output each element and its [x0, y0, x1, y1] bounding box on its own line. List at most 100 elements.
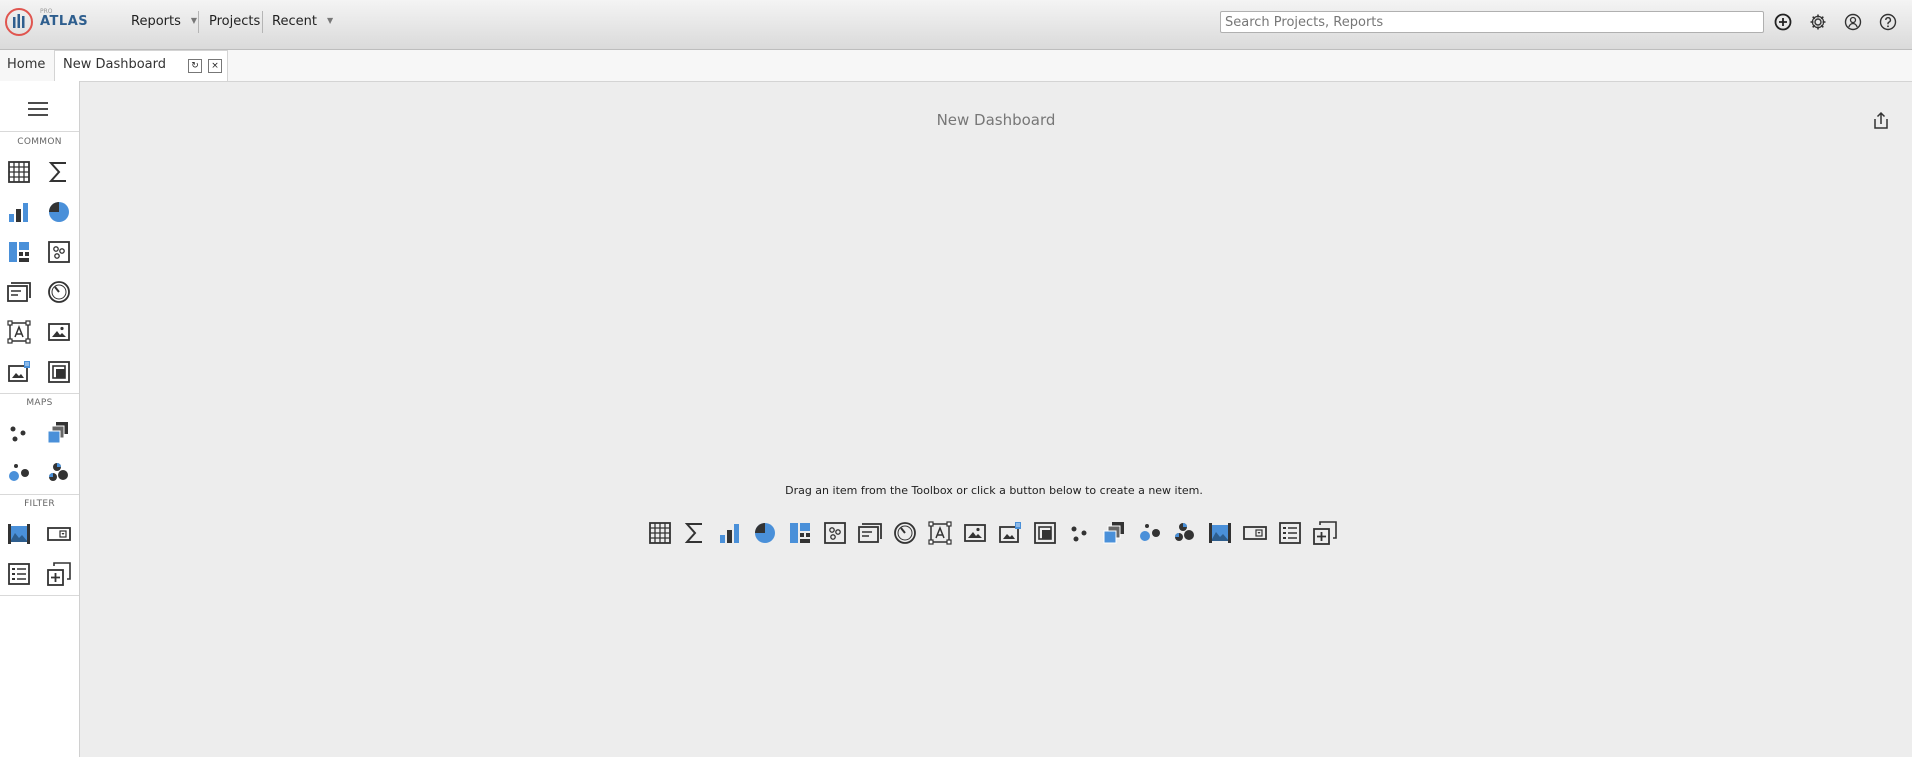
- tool-pie-map-button[interactable]: [46, 460, 72, 486]
- nav-projects-label: Projects: [209, 14, 261, 29]
- tool-tab-container-button[interactable]: [1032, 520, 1058, 546]
- tab-label: New Dashboard: [63, 57, 167, 72]
- tool-scatter-button[interactable]: [46, 239, 72, 265]
- bar-chart-icon: [9, 203, 28, 222]
- choropleth-icon: [47, 422, 68, 444]
- tool-scatter-button[interactable]: [822, 520, 848, 546]
- card-icon: [7, 282, 31, 302]
- image-icon: [48, 323, 70, 341]
- tab-home[interactable]: Home: [7, 57, 45, 72]
- tool-choropleth-button[interactable]: [46, 420, 72, 446]
- pie-chart-icon: [755, 523, 775, 543]
- bound-image-icon: [999, 522, 1021, 543]
- tool-group-button[interactable]: [1312, 520, 1338, 546]
- treemap-icon: [9, 242, 29, 262]
- share-icon: [1874, 111, 1888, 129]
- image-icon: [964, 524, 986, 542]
- tool-text-button[interactable]: [927, 520, 953, 546]
- section-divider: [0, 494, 79, 495]
- section-divider: [0, 131, 79, 132]
- tool-image-button[interactable]: [962, 520, 988, 546]
- menu-button[interactable]: [26, 99, 50, 119]
- export-button[interactable]: [1870, 110, 1892, 132]
- tool-pie-chart-button[interactable]: [46, 199, 72, 225]
- tool-list-box-button[interactable]: [1277, 520, 1303, 546]
- plus-circle-icon: [1774, 13, 1792, 31]
- tool-tab-container-button[interactable]: [46, 359, 72, 385]
- empty-dashboard-message: Drag an item from the Toolbox or click a…: [785, 484, 1203, 497]
- close-icon[interactable]: ×: [208, 59, 222, 73]
- section-label-maps: MAPS: [26, 398, 53, 408]
- logo-text: ATLAS: [40, 14, 89, 29]
- tool-bound-image-button[interactable]: [997, 520, 1023, 546]
- nav-divider: [262, 11, 263, 33]
- tool-grid-button[interactable]: [6, 159, 32, 185]
- treemap-icon: [790, 523, 810, 543]
- geo-point-icon: [1071, 526, 1087, 542]
- tool-treemap-button[interactable]: [6, 239, 32, 265]
- section-divider: [0, 595, 79, 596]
- app-logo[interactable]: PRO ATLAS: [4, 4, 88, 42]
- tool-bar-chart-button[interactable]: [717, 520, 743, 546]
- tool-bubble-map-button[interactable]: [6, 460, 32, 486]
- tool-card-button[interactable]: [857, 520, 883, 546]
- nav-reports[interactable]: Reports ▼: [131, 14, 197, 29]
- settings-button[interactable]: [1808, 12, 1828, 32]
- choropleth-icon: [1103, 522, 1124, 544]
- tool-sigma-button[interactable]: [682, 520, 708, 546]
- nav-projects[interactable]: Projects: [209, 14, 260, 29]
- tool-bound-image-button[interactable]: [6, 359, 32, 385]
- refresh-icon[interactable]: ↻: [188, 59, 202, 73]
- tool-gauge-button[interactable]: [892, 520, 918, 546]
- grid-icon: [8, 161, 30, 183]
- logo-mark-icon: [5, 8, 33, 36]
- gauge-icon: [48, 281, 70, 303]
- tool-gauge-button[interactable]: [46, 279, 72, 305]
- tool-list-box-button[interactable]: [6, 561, 32, 587]
- tool-card-button[interactable]: [6, 279, 32, 305]
- tool-combo-box-button[interactable]: [1242, 520, 1268, 546]
- tool-sigma-button[interactable]: [46, 159, 72, 185]
- tool-geo-point-button[interactable]: [6, 420, 32, 446]
- text-icon: [928, 521, 952, 545]
- help-button[interactable]: [1878, 12, 1898, 32]
- bar-chart-icon: [720, 524, 739, 543]
- tool-bar-chart-button[interactable]: [6, 199, 32, 225]
- tool-range-filter-button[interactable]: [6, 521, 32, 547]
- tool-geo-point-button[interactable]: [1067, 520, 1093, 546]
- text-icon: [7, 320, 31, 344]
- chevron-down-icon: ▼: [326, 16, 334, 25]
- list-box-icon: [1279, 522, 1301, 544]
- scatter-icon: [48, 241, 70, 263]
- tool-pie-chart-button[interactable]: [752, 520, 778, 546]
- range-filter-icon: [8, 524, 30, 544]
- user-icon: [1844, 13, 1862, 31]
- list-box-icon: [8, 563, 30, 585]
- tool-combo-box-button[interactable]: [46, 521, 72, 547]
- tab-bar: Home New Dashboard ↻ ×: [0, 50, 1912, 82]
- nav-reports-label: Reports: [131, 14, 181, 29]
- tool-treemap-button[interactable]: [787, 520, 813, 546]
- tab-container-icon: [1034, 522, 1056, 544]
- tool-bubble-map-button[interactable]: [1137, 520, 1163, 546]
- card-icon: [858, 523, 882, 543]
- account-button[interactable]: [1843, 12, 1863, 32]
- tool-pie-map-button[interactable]: [1172, 520, 1198, 546]
- tool-range-filter-button[interactable]: [1207, 520, 1233, 546]
- tool-choropleth-button[interactable]: [1102, 520, 1128, 546]
- pie-map-icon: [1175, 523, 1194, 541]
- tool-text-button[interactable]: [6, 319, 32, 345]
- search-input[interactable]: [1220, 11, 1764, 33]
- combo-box-icon: [47, 527, 71, 541]
- gauge-icon: [894, 522, 916, 544]
- tab-new-dashboard[interactable]: New Dashboard ↻ ×: [54, 50, 228, 81]
- bound-image-icon: [8, 361, 30, 382]
- top-bar: PRO ATLAS Reports ▼ Projects Recent ▼: [0, 0, 1912, 50]
- section-label-filter: FILTER: [24, 499, 55, 509]
- tool-grid-button[interactable]: [647, 520, 673, 546]
- tool-image-button[interactable]: [46, 319, 72, 345]
- nav-recent[interactable]: Recent ▼: [272, 14, 333, 29]
- tool-group-button[interactable]: [46, 561, 72, 587]
- hamburger-icon: [28, 102, 48, 116]
- add-button[interactable]: [1773, 12, 1793, 32]
